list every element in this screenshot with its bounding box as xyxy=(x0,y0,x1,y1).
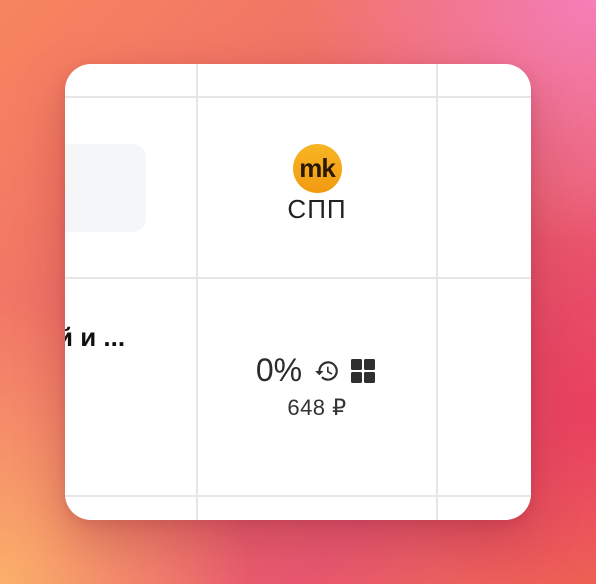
brand-cell: mk СПП xyxy=(197,144,437,225)
row-divider xyxy=(65,495,531,497)
row-divider xyxy=(65,96,531,98)
column-divider xyxy=(436,64,438,520)
stats-row: 0% xyxy=(256,352,378,389)
brand-logo: mk xyxy=(292,144,342,193)
stats-cell: 0% 648 ₽ xyxy=(197,352,437,421)
history-icon[interactable] xyxy=(312,356,342,386)
brand-name: СПП xyxy=(287,194,347,224)
grid-icon[interactable] xyxy=(348,356,378,386)
table-card: й и ... mk СПП 0% 648 ₽ xyxy=(65,64,531,520)
price-value: 648 ₽ xyxy=(287,395,347,420)
row-divider xyxy=(65,277,531,279)
column-divider xyxy=(196,64,198,520)
percent-value: 0% xyxy=(255,352,303,388)
product-title[interactable]: й и ... xyxy=(65,322,125,353)
search-input[interactable] xyxy=(65,144,146,232)
